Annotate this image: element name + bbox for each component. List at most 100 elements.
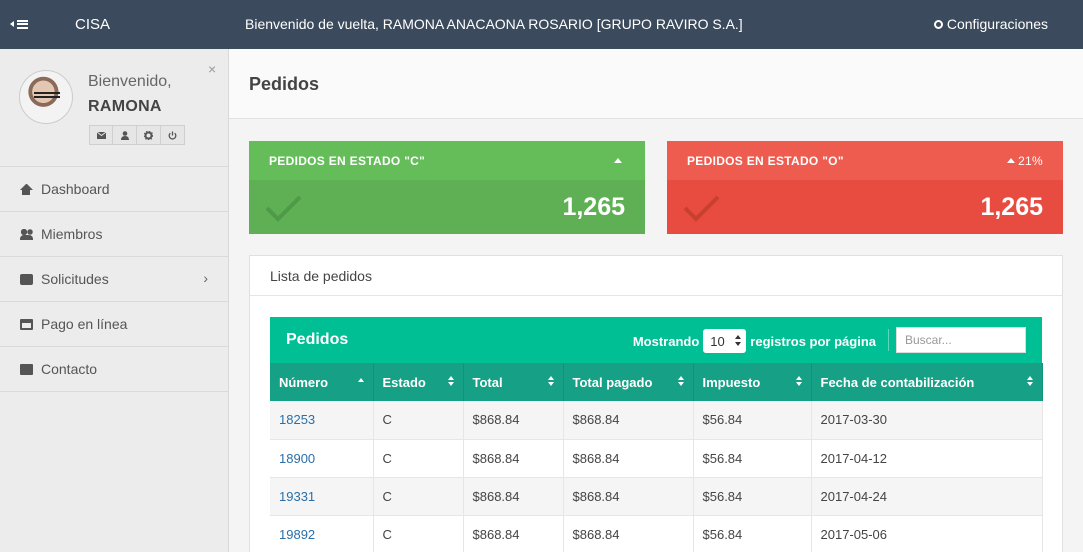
- gear-icon: [144, 130, 153, 140]
- sidebar-item-label: Dashboard: [41, 181, 110, 197]
- order-link[interactable]: 19331: [279, 489, 315, 504]
- profile-actions: [89, 125, 185, 145]
- order-link[interactable]: 18253: [279, 412, 315, 427]
- cell-numero: 18900: [270, 439, 374, 478]
- page-title: Pedidos: [249, 74, 320, 94]
- panel-title: Lista de pedidos: [250, 256, 1062, 296]
- stat-card-title: PEDIDOS EN ESTADO "O": [687, 153, 844, 168]
- settings-button[interactable]: [137, 125, 161, 145]
- toolbar-divider: [888, 329, 889, 351]
- column-header-total-pagado[interactable]: Total pagado: [563, 363, 694, 401]
- column-header-impuesto[interactable]: Impuesto: [693, 363, 812, 401]
- column-header-label: Estado: [382, 374, 426, 390]
- cell-impuesto: $56.84: [693, 401, 812, 440]
- stat-card-body: 1,265: [667, 180, 1063, 234]
- orders-table-container: Pedidos Mostrando 10 registros por págin…: [270, 317, 1043, 552]
- page-size-prefix: Mostrando: [632, 333, 700, 349]
- sidebar-item-label: Solicitudes: [41, 271, 109, 287]
- sidebar-nav: Dashboard Miembros Solicitudes › Pago en…: [0, 167, 228, 392]
- cell-total: $868.84: [463, 477, 564, 516]
- stat-card-header: PEDIDOS EN ESTADO "C": [249, 141, 645, 180]
- stat-card-title: PEDIDOS EN ESTADO "C": [269, 153, 426, 168]
- table-toolbar: Pedidos Mostrando 10 registros por págin…: [270, 317, 1042, 363]
- cell-estado: C: [373, 515, 464, 552]
- column-header-label: Fecha de contabilización: [820, 374, 975, 390]
- settings-label: Configuraciones: [946, 16, 1048, 32]
- cell-numero: 19892: [270, 515, 374, 552]
- sidebar-toggle-button[interactable]: [10, 15, 36, 33]
- mail-icon: [96, 131, 106, 139]
- cell-estado: C: [373, 401, 464, 440]
- checkmark-icon: [683, 195, 720, 222]
- mail-button[interactable]: [89, 125, 113, 145]
- cell-total-pagado: $868.84: [563, 439, 694, 478]
- sort-icon: [547, 376, 554, 388]
- sidebar-item-dashboard[interactable]: Dashboard: [0, 167, 228, 212]
- app-brand[interactable]: CISA: [75, 16, 110, 33]
- page-size-value: 10: [710, 333, 725, 349]
- user-profile-panel: Bienvenido, RAMONA ×: [0, 49, 228, 167]
- chevron-right-icon: ›: [203, 270, 208, 286]
- cell-numero: 18253: [270, 401, 374, 440]
- trend-indicator: 21%: [1007, 154, 1043, 168]
- settings-link[interactable]: Configuraciones: [933, 16, 1048, 32]
- power-icon: [168, 131, 177, 140]
- stat-card-estado-c: PEDIDOS EN ESTADO "C" 1,265: [249, 141, 645, 234]
- trend-indicator: [614, 158, 625, 163]
- sidebar-item-solicitudes[interactable]: Solicitudes ›: [0, 257, 228, 302]
- orders-list-panel: Lista de pedidos Pedidos Mostrando 10 re…: [249, 255, 1063, 552]
- caret-up-icon: [1007, 158, 1016, 163]
- cell-estado: C: [373, 439, 464, 478]
- cell-total-pagado: $868.84: [563, 515, 694, 552]
- stat-card-header: PEDIDOS EN ESTADO "O" 21%: [667, 141, 1063, 180]
- sidebar-item-label: Pago en línea: [41, 316, 128, 332]
- cell-estado: C: [373, 477, 464, 516]
- column-header-numero[interactable]: Número: [270, 363, 374, 401]
- top-navbar: CISA Bienvenido de vuelta, RAMONA ANACAO…: [0, 0, 1083, 49]
- profile-username: RAMONA: [88, 98, 162, 115]
- main-content: Pedidos PEDIDOS EN ESTADO "C" 1,265 PEDI…: [229, 49, 1083, 552]
- column-header-label: Total: [472, 374, 503, 390]
- envelope-icon: [20, 363, 33, 375]
- hamburger-icon: [17, 19, 28, 29]
- sidebar-item-miembros[interactable]: Miembros: [0, 212, 228, 257]
- caret-up-icon: [614, 158, 622, 163]
- cell-total: $868.84: [463, 515, 564, 552]
- caret-left-icon: [10, 21, 14, 27]
- sidebar-item-contacto[interactable]: Contacto: [0, 347, 228, 392]
- cell-fecha: 2017-03-30: [811, 401, 1043, 440]
- sort-icon: [447, 376, 454, 388]
- order-link[interactable]: 19892: [279, 527, 315, 542]
- welcome-message: Bienvenido de vuelta, RAMONA ANACAONA RO…: [245, 16, 743, 32]
- sort-icon: [1026, 376, 1033, 388]
- page-size-suffix: registros por página: [750, 333, 876, 349]
- table-header-row: Número Estado Total Total pagado Impuest…: [270, 363, 1043, 401]
- sidebar-item-label: Contacto: [41, 361, 98, 377]
- page-size-select[interactable]: 10: [703, 329, 747, 353]
- cell-impuesto: $56.84: [693, 439, 812, 478]
- table-row: 19331 C $868.84 $868.84 $56.84 2017-04-2…: [270, 477, 1043, 516]
- checkmark-icon: [265, 195, 302, 222]
- order-link[interactable]: 18900: [279, 451, 315, 466]
- profile-greeting: Bienvenido,: [88, 73, 172, 90]
- page-header: Pedidos: [229, 49, 1083, 119]
- cell-impuesto: $56.84: [693, 515, 812, 552]
- cell-total: $868.84: [463, 401, 564, 440]
- box-icon: [20, 273, 33, 285]
- trend-value: 21%: [1018, 153, 1043, 168]
- stat-card-value: 1,265: [980, 193, 1043, 221]
- column-header-estado[interactable]: Estado: [373, 363, 464, 401]
- sidebar-item-pago-en-linea[interactable]: Pago en línea: [0, 302, 228, 347]
- cell-fecha: 2017-05-06: [811, 515, 1043, 552]
- avatar: [19, 70, 73, 124]
- column-header-label: Total pagado: [572, 374, 653, 390]
- column-header-fecha[interactable]: Fecha de contabilización: [811, 363, 1043, 401]
- logout-button[interactable]: [161, 125, 185, 145]
- search-input[interactable]: [896, 327, 1026, 353]
- credit-card-icon: [20, 318, 33, 330]
- column-header-label: Número: [279, 374, 329, 390]
- cell-total-pagado: $868.84: [563, 477, 694, 516]
- column-header-total[interactable]: Total: [463, 363, 564, 401]
- profile-button[interactable]: [113, 125, 137, 145]
- close-icon[interactable]: ×: [208, 61, 216, 77]
